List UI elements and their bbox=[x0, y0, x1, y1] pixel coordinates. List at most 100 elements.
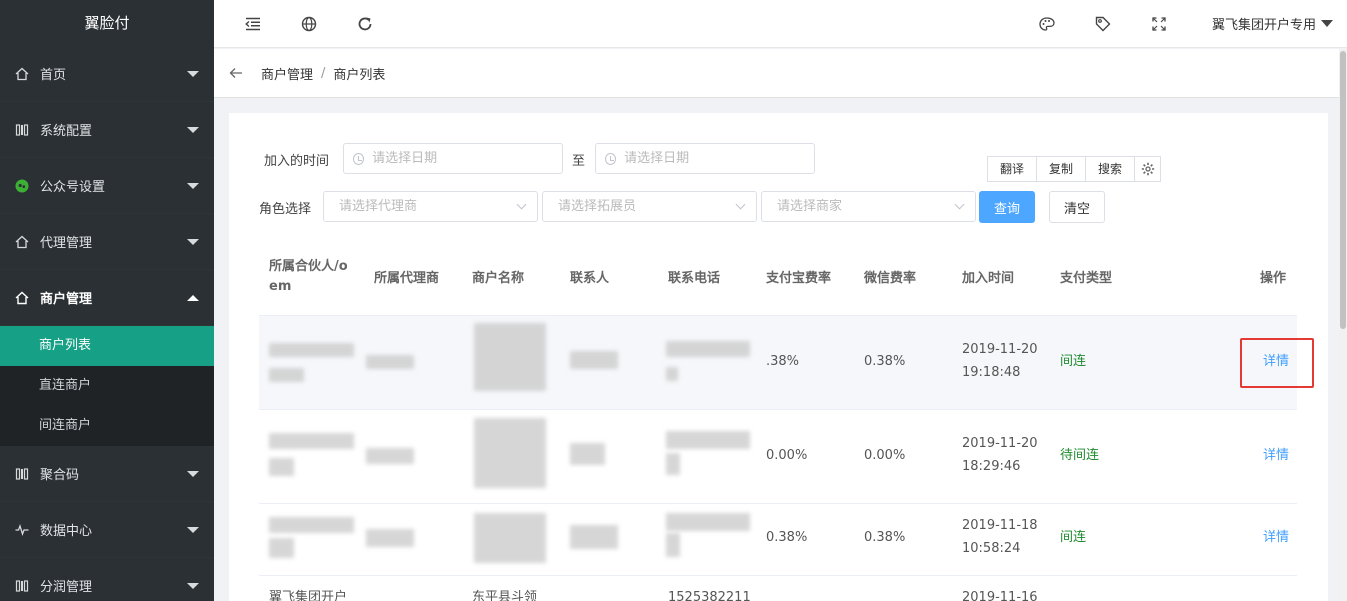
sidebar-subitem-merchant-list[interactable]: 商户列表 bbox=[0, 326, 214, 366]
col-header-contact: 联系人 bbox=[570, 271, 610, 286]
copy-button[interactable]: 复制 bbox=[1037, 157, 1087, 181]
home-icon bbox=[14, 290, 30, 306]
page-scrollbar[interactable] bbox=[1339, 49, 1347, 601]
sidebar-item-label: 聚合码 bbox=[40, 468, 80, 483]
chevron-down-icon bbox=[1321, 20, 1333, 27]
breadcrumb-separator: / bbox=[321, 65, 326, 81]
sidebar-subitem-direct-merchant[interactable]: 直连商户 bbox=[0, 366, 214, 406]
merchant-list-card: 加入的时间 至 翻译 复制 搜索 角色选择 查询 清空 所属合伙人/o em 所… bbox=[229, 113, 1328, 601]
redacted-partner bbox=[269, 517, 354, 533]
detail-link[interactable]: 详情 bbox=[1263, 528, 1289, 548]
back-arrow-icon[interactable] bbox=[229, 64, 243, 83]
col-header-partner-line1: 所属合伙人/o bbox=[269, 259, 348, 274]
chevron-down-icon bbox=[187, 582, 199, 589]
clear-button[interactable]: 清空 bbox=[1049, 191, 1105, 223]
merchant-select[interactable] bbox=[761, 191, 976, 222]
sidebar-item-aggregate-code[interactable]: 聚合码 bbox=[0, 446, 214, 502]
detail-link[interactable]: 详情 bbox=[1263, 446, 1289, 466]
agent-select[interactable] bbox=[323, 191, 538, 222]
user-menu[interactable]: 翼飞集团开户专用 bbox=[1212, 14, 1333, 33]
palette-icon[interactable] bbox=[1036, 13, 1058, 35]
promoter-select[interactable] bbox=[542, 191, 757, 222]
col-header-merchant: 商户名称 bbox=[472, 271, 525, 286]
breadcrumb: 商户管理 / 商户列表 bbox=[214, 49, 1347, 98]
home-icon bbox=[14, 234, 30, 250]
wechat-rate: 0.38% bbox=[864, 354, 906, 369]
translate-button[interactable]: 翻译 bbox=[988, 157, 1038, 181]
config-icon bbox=[14, 466, 30, 482]
query-button[interactable]: 查询 bbox=[979, 191, 1035, 223]
alipay-rate: 0.00% bbox=[766, 448, 808, 463]
sidebar-subitem-indirect-merchant[interactable]: 间连商户 bbox=[0, 406, 214, 446]
pay-type: 间连 bbox=[1060, 530, 1087, 545]
chevron-down-icon bbox=[187, 238, 199, 245]
sidebar-item-system-config[interactable]: 系统配置 bbox=[0, 102, 214, 158]
col-header-wechat-rate: 微信费率 bbox=[864, 271, 917, 286]
tag-icon[interactable] bbox=[1092, 13, 1114, 35]
redacted-partner bbox=[269, 433, 354, 449]
indent-icon[interactable] bbox=[242, 13, 264, 35]
start-date-input[interactable] bbox=[372, 151, 562, 166]
to-label: 至 bbox=[572, 154, 586, 169]
redacted-contact bbox=[570, 525, 618, 549]
sidebar-item-label: 系统配置 bbox=[40, 124, 93, 139]
col-header-partner-line2: em bbox=[269, 279, 292, 294]
col-header-agent: 所属代理商 bbox=[374, 271, 440, 286]
wechat-rate: 0.38% bbox=[864, 530, 906, 545]
redacted-phone bbox=[666, 431, 750, 449]
col-header-partner: 所属合伙人/o em bbox=[269, 257, 348, 297]
start-date-picker[interactable] bbox=[343, 143, 563, 174]
sidebar-item-profit-sharing[interactable]: 分润管理 bbox=[0, 558, 214, 601]
chevron-down-icon bbox=[735, 199, 746, 210]
redacted-agent bbox=[366, 355, 414, 369]
join-date: 2019-11-18 bbox=[962, 518, 1038, 533]
sidebar: 翼脸付 首页 系统配置 公众号设置 代理管理 商户管理 商户列表 直连商户 间连… bbox=[0, 0, 214, 601]
col-header-alipay-rate: 支付宝费率 bbox=[766, 271, 832, 286]
breadcrumb-parent[interactable]: 商户管理 bbox=[261, 64, 313, 83]
redacted-partner bbox=[269, 458, 294, 476]
partner-name: 翼飞集团开户 bbox=[269, 590, 348, 601]
gear-icon[interactable] bbox=[1135, 157, 1160, 181]
sidebar-item-label: 商户管理 bbox=[40, 292, 93, 307]
breadcrumb-current: 商户列表 bbox=[333, 67, 386, 83]
redacted-phone bbox=[666, 513, 750, 531]
sidebar-item-label: 分润管理 bbox=[40, 580, 93, 595]
agent-select-input[interactable] bbox=[339, 199, 511, 214]
alipay-rate: .38% bbox=[766, 354, 800, 369]
chevron-down-icon bbox=[187, 126, 199, 133]
sidebar-item-agent-management[interactable]: 代理管理 bbox=[0, 214, 214, 270]
merchant-submenu: 商户列表 直连商户 间连商户 bbox=[0, 326, 214, 446]
join-time: 18:29:46 bbox=[962, 459, 1021, 474]
sidebar-item-home[interactable]: 首页 bbox=[0, 46, 214, 102]
pay-type: 间连 bbox=[1060, 354, 1087, 369]
sidebar-item-data-center[interactable]: 数据中心 bbox=[0, 502, 214, 558]
globe-icon[interactable] bbox=[298, 13, 320, 35]
wechat-rate: 0.00% bbox=[864, 448, 906, 463]
sidebar-item-label: 首页 bbox=[40, 68, 67, 83]
col-header-join-time: 加入时间 bbox=[962, 271, 1015, 286]
sidebar-item-merchant-management[interactable]: 商户管理 bbox=[0, 270, 214, 326]
scrollbar-thumb[interactable] bbox=[1340, 51, 1346, 329]
chevron-down-icon bbox=[187, 70, 199, 77]
merchant-select-input[interactable] bbox=[777, 199, 949, 214]
end-date-picker[interactable] bbox=[595, 143, 815, 174]
fullscreen-icon[interactable] bbox=[1148, 13, 1170, 35]
clock-icon bbox=[353, 152, 365, 165]
refresh-icon[interactable] bbox=[354, 13, 376, 35]
join-time: 10:58:24 bbox=[962, 541, 1021, 556]
join-date: 2019-11-20 bbox=[962, 342, 1038, 357]
promoter-select-input[interactable] bbox=[558, 199, 730, 214]
sidebar-item-official-account[interactable]: 公众号设置 bbox=[0, 158, 214, 214]
col-header-phone: 联系电话 bbox=[668, 271, 721, 286]
end-date-input[interactable] bbox=[624, 151, 814, 166]
redacted-merchant bbox=[474, 323, 546, 391]
clock-icon bbox=[605, 152, 617, 165]
redacted-phone bbox=[666, 367, 678, 381]
contact-phone: 1525382211 bbox=[668, 590, 751, 601]
user-name: 翼飞集团开户专用 bbox=[1211, 18, 1316, 33]
redacted-phone bbox=[666, 533, 680, 557]
search-button[interactable]: 搜索 bbox=[1086, 157, 1136, 181]
redacted-contact bbox=[570, 443, 605, 465]
join-time: 19:18:48 bbox=[962, 365, 1021, 380]
merchant-name: 东平县斗领 bbox=[472, 590, 538, 601]
